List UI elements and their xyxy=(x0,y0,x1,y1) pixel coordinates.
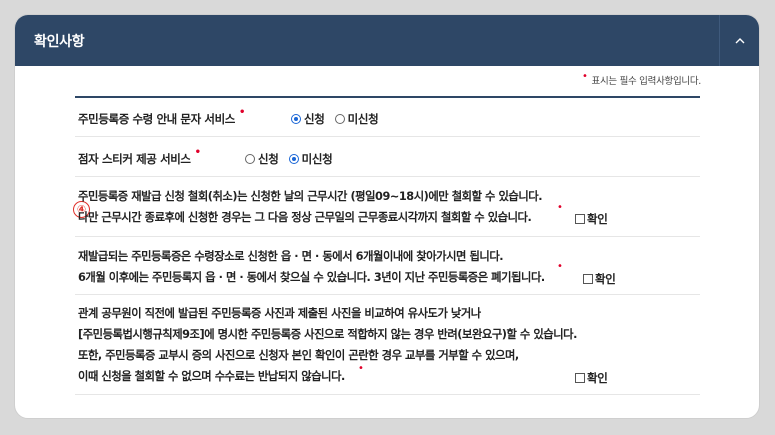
sms-decline-radio[interactable]: 미신청 xyxy=(334,111,379,127)
braille-apply-radio[interactable]: 신청 xyxy=(245,151,279,167)
field-label: 주민등록증 수령 안내 문자 서비스 xyxy=(78,112,235,126)
braille-sticker-row: 점자 스티커 제공 서비스 • 신청 미신청 xyxy=(75,137,700,177)
radio-selected-icon xyxy=(288,154,299,164)
radio-unselected-icon xyxy=(245,154,255,164)
notice-photo: 관계 공무원이 직전에 발급된 주민등록증 사진과 제출된 사진을 비교하여 유… xyxy=(75,295,700,395)
sms-service-row: 주민등록증 수령 안내 문자 서비스 • 신청 미신청 xyxy=(75,98,700,137)
chevron-up-icon xyxy=(735,37,744,43)
required-marker: • xyxy=(557,202,563,213)
sms-service-label: 주민등록증 수령 안내 문자 서비스 • xyxy=(78,107,245,127)
braille-decline-radio[interactable]: 미신청 xyxy=(288,151,333,167)
radio-label: 신청 xyxy=(304,112,325,126)
required-marker: • xyxy=(238,107,245,118)
braille-sticker-options: 신청 미신청 xyxy=(245,151,333,167)
sms-apply-radio[interactable]: 신청 xyxy=(291,111,325,127)
required-note-text: 표시는 필수 입력사항입니다. xyxy=(591,76,702,87)
panel-header: 확인사항 xyxy=(15,15,759,66)
confirm-label: 확인 xyxy=(587,371,608,385)
sms-service-options: 신청 미신청 xyxy=(291,111,379,127)
field-label: 점자 스티커 제공 서비스 xyxy=(78,152,191,166)
notice-line: 다만 근무시간 종료후에 신청한 경우는 그 다음 정상 근무일의 근무종료시각… xyxy=(78,211,532,224)
notice-text: 관계 공무원이 직전에 발급된 주민등록증 사진과 제출된 사진을 비교하여 유… xyxy=(78,303,577,387)
radio-label: 미신청 xyxy=(301,152,333,166)
notice-line: [주민등록법시행규칙제9조]에 명시한 주민등록증 사진으로 적합하지 않는 경… xyxy=(78,328,577,341)
notice-line: 6개월 이후에는 주민등록지 읍 · 면 · 동에서 찾으실 수 있습니다. 3… xyxy=(78,271,545,284)
panel-title: 확인사항 xyxy=(34,34,85,50)
withdrawal-confirm-checkbox[interactable]: 확인 xyxy=(575,211,608,227)
braille-sticker-label: 점자 스티커 제공 서비스 • xyxy=(78,147,201,167)
required-marker: • xyxy=(581,71,588,82)
required-marker: • xyxy=(557,261,563,272)
required-note: • 표시는 필수 입력사항입니다. xyxy=(581,71,702,87)
required-marker: • xyxy=(358,363,364,374)
required-marker: • xyxy=(194,147,201,158)
notice-text: 주민등록증 재발급 신청 철회(취소)는 신청한 날의 근무시간 (평일09~1… xyxy=(78,186,543,228)
notice-pickup: 재발급되는 주민등록증은 수령장소로 신청한 읍 · 면 · 동에서 6개월이내… xyxy=(75,237,700,295)
notice-line: 주민등록증 재발급 신청 철회(취소)는 신청한 날의 근무시간 (평일09~1… xyxy=(78,190,543,203)
confirm-label: 확인 xyxy=(595,272,616,286)
photo-confirm-checkbox[interactable]: 확인 xyxy=(575,370,608,386)
radio-label: 신청 xyxy=(258,152,279,166)
checkbox-icon xyxy=(575,214,585,224)
radio-selected-icon xyxy=(291,114,301,124)
notice-line: 재발급되는 주민등록증은 수령장소로 신청한 읍 · 면 · 동에서 6개월이내… xyxy=(78,250,504,263)
pickup-confirm-checkbox[interactable]: 확인 xyxy=(583,271,616,287)
collapse-button[interactable] xyxy=(719,15,759,66)
notice-text: 재발급되는 주민등록증은 수령장소로 신청한 읍 · 면 · 동에서 6개월이내… xyxy=(78,246,545,288)
checkbox-icon xyxy=(583,274,593,284)
confirmation-panel: 확인사항 • 표시는 필수 입력사항입니다. 주민등록증 수령 안내 문자 서비스… xyxy=(14,14,760,419)
notice-line: 관계 공무원이 직전에 발급된 주민등록증 사진과 제출된 사진을 비교하여 유… xyxy=(78,307,481,320)
notice-withdrawal: 주민등록증 재발급 신청 철회(취소)는 신청한 날의 근무시간 (평일09~1… xyxy=(75,177,700,237)
notice-line: 이때 신청을 철회할 수 없으며 수수료는 반납되지 않습니다. xyxy=(78,370,345,383)
radio-unselected-icon xyxy=(334,114,345,124)
checkbox-icon xyxy=(575,373,585,383)
notice-line: 또한, 주민등록증 교부시 증의 사진으로 신청자 본인 확인이 곤란한 경우 … xyxy=(78,349,519,362)
confirm-label: 확인 xyxy=(587,212,608,226)
radio-label: 미신청 xyxy=(347,112,379,126)
